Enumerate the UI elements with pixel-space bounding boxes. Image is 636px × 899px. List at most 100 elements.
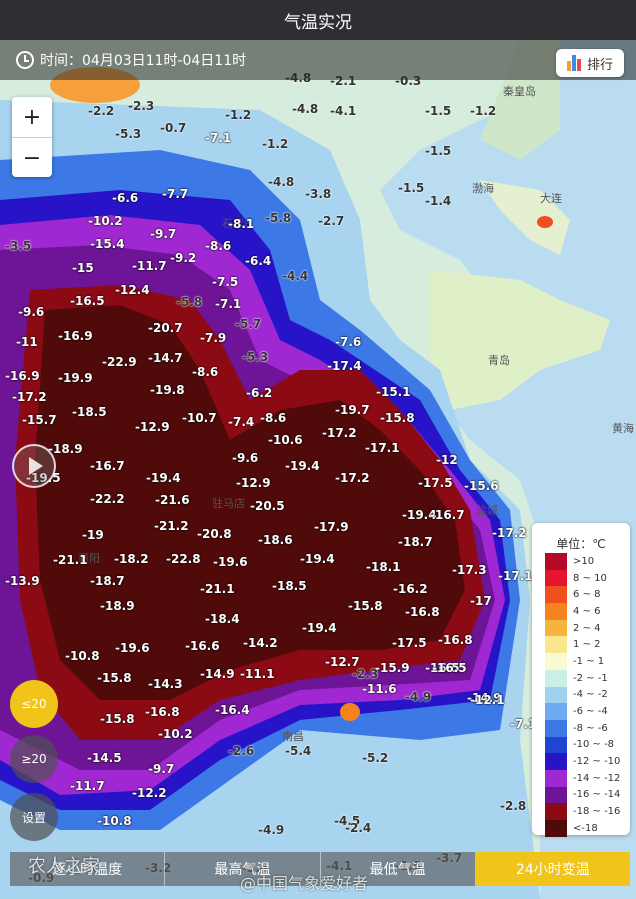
station-value: -4.1: [330, 104, 357, 118]
legend-swatch: [545, 703, 567, 720]
station-value: -9.7: [150, 227, 177, 241]
station-value: -16.8: [438, 633, 473, 647]
station-value: -5.3: [115, 127, 142, 141]
station-value: -12.2: [132, 786, 167, 800]
station-value: -6.4: [245, 254, 272, 268]
legend-label: 6 ~ 8: [573, 589, 601, 601]
station-value: -1.5: [425, 144, 452, 158]
zoom-in-button[interactable]: +: [12, 97, 52, 138]
legend-label: 4 ~ 6: [573, 605, 601, 617]
station-value: -19: [82, 528, 104, 542]
city-label: 黄海: [612, 422, 634, 435]
station-value: -15.7: [22, 413, 57, 427]
legend-swatch: [545, 803, 567, 820]
station-value: -15.8: [380, 411, 415, 425]
legend-row: -14 ~ -12: [545, 769, 630, 787]
legend-swatch: [545, 686, 567, 704]
station-value: -19.4: [302, 621, 337, 635]
station-value: -17.2: [12, 390, 47, 404]
station-value: -9.7: [148, 762, 175, 776]
filter-le20-button[interactable]: ≤20: [10, 680, 58, 728]
legend-row: -18 ~ -16: [545, 803, 630, 820]
station-value: -17.3: [452, 563, 487, 577]
legend-row: -16 ~ -14: [545, 786, 630, 804]
station-value: -7.9: [200, 331, 227, 345]
station-value: -18.9: [48, 442, 83, 456]
station-value: -16.6: [185, 639, 220, 653]
legend-swatch: [545, 619, 567, 637]
station-value: -8.1: [228, 217, 255, 231]
legend-label: 1 ~ 2: [573, 639, 601, 651]
station-value: -16.5: [70, 294, 105, 308]
ranking-button[interactable]: 排行: [556, 49, 624, 77]
legend-swatch: [545, 653, 567, 670]
bar-chart-icon: [566, 55, 581, 71]
station-value: -9.6: [18, 305, 45, 319]
station-value: -19.4: [285, 459, 320, 473]
legend-swatch: [545, 769, 567, 787]
station-value: -8.6: [192, 365, 219, 379]
station-value: -16.9: [5, 369, 40, 383]
city-label: 秦皇岛: [503, 85, 536, 98]
station-value: -1.2: [262, 137, 289, 151]
station-value: -4.9: [405, 690, 432, 704]
station-value: -18.5: [272, 579, 307, 593]
station-value: -21.1: [53, 553, 88, 567]
watermark-right: @中国气象爱好者: [240, 874, 369, 893]
station-value: -4.9: [258, 823, 285, 837]
clock-icon: [16, 51, 34, 69]
station-value: -16.5: [432, 661, 467, 675]
station-value: -11: [16, 335, 38, 349]
station-value: -10.2: [88, 214, 123, 228]
city-label: 驻马店: [212, 497, 245, 510]
legend-row: -12 ~ -10: [545, 753, 630, 770]
filter-ge20-button[interactable]: ≥20: [10, 735, 58, 783]
station-value: -17.1: [365, 441, 400, 455]
station-value: -11.7: [132, 259, 167, 273]
city-label: 大连: [540, 192, 562, 205]
legend-row: 8 ~ 10: [545, 569, 630, 587]
station-value: -17.9: [314, 520, 349, 534]
settings-button[interactable]: 设置: [10, 793, 58, 841]
watermark-left: 农人之家: [28, 856, 100, 877]
zoom-out-button[interactable]: −: [12, 138, 52, 178]
station-value: -18.7: [90, 574, 125, 588]
legend-swatch: [545, 569, 567, 587]
legend-swatch: [545, 553, 567, 570]
station-value: -13.9: [5, 574, 40, 588]
legend-label: <-18: [573, 822, 598, 834]
tab-24h-temperature-change[interactable]: 24小时变温: [475, 852, 630, 886]
station-value: -19.6: [115, 641, 150, 655]
legend-swatch: [545, 636, 567, 654]
station-value: -18.2: [114, 552, 149, 566]
city-label: 盐城: [476, 504, 498, 517]
station-value: -2.8: [500, 799, 527, 813]
legend-swatch: [545, 753, 567, 770]
station-value: -12.1: [470, 693, 505, 707]
city-label: 渤海: [472, 182, 494, 195]
station-value: -16.4: [215, 703, 250, 717]
station-value: -11.6: [362, 682, 397, 696]
station-value: -10.2: [158, 727, 193, 741]
station-value: -10.7: [182, 411, 217, 425]
station-value: -17.5: [392, 636, 427, 650]
station-value: -5.2: [362, 751, 389, 765]
station-value: -3.5: [5, 239, 32, 253]
station-value: -9.6: [232, 451, 259, 465]
station-value: -10.8: [97, 814, 132, 828]
station-value: -7.1: [215, 297, 242, 311]
station-value: -21.1: [200, 582, 235, 596]
legend-label: -12 ~ -10: [573, 756, 621, 768]
station-value: -16.8: [145, 705, 180, 719]
station-value: -19.9: [58, 371, 93, 385]
station-value: -2.2: [88, 104, 115, 118]
station-value: -5.7: [235, 317, 262, 331]
station-value: -1.5: [425, 104, 452, 118]
station-value: -15.8: [97, 671, 132, 685]
station-value: -20.7: [148, 321, 183, 335]
play-button[interactable]: [12, 444, 56, 488]
station-value: -15.9: [375, 661, 410, 675]
station-value: -12.9: [135, 420, 170, 434]
legend-swatch: [545, 586, 567, 604]
station-value: -0.7: [160, 121, 187, 135]
